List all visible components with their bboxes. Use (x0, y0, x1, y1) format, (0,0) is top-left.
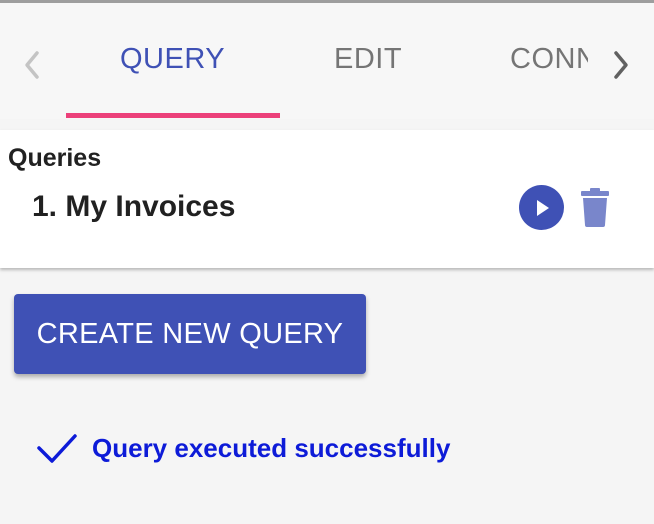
status-message: Query executed successfully (36, 428, 450, 468)
delete-query-button[interactable] (578, 185, 612, 229)
active-tab-indicator (66, 113, 280, 118)
tab-scroll-left-button[interactable] (17, 45, 47, 85)
checkmark-icon (37, 434, 77, 463)
trash-icon (581, 188, 609, 227)
query-item-label[interactable]: 1. My Invoices (32, 190, 235, 224)
create-new-query-button[interactable]: CREATE NEW QUERY (14, 294, 366, 374)
queries-card: Queries 1. My Invoices (0, 130, 654, 268)
chevron-left-icon (25, 51, 39, 79)
tab-bar: QUERY EDIT CONN (0, 3, 654, 119)
tab-connection[interactable]: CONN (510, 43, 588, 87)
queries-title: Queries (8, 144, 102, 172)
tab-query[interactable]: QUERY (120, 43, 225, 87)
chevron-right-icon (614, 51, 628, 79)
tab-scroll-right-button[interactable] (606, 45, 636, 85)
play-icon (536, 199, 549, 216)
run-query-button[interactable] (519, 185, 564, 230)
tab-edit[interactable]: EDIT (334, 43, 402, 87)
status-text: Query executed successfully (92, 432, 451, 463)
